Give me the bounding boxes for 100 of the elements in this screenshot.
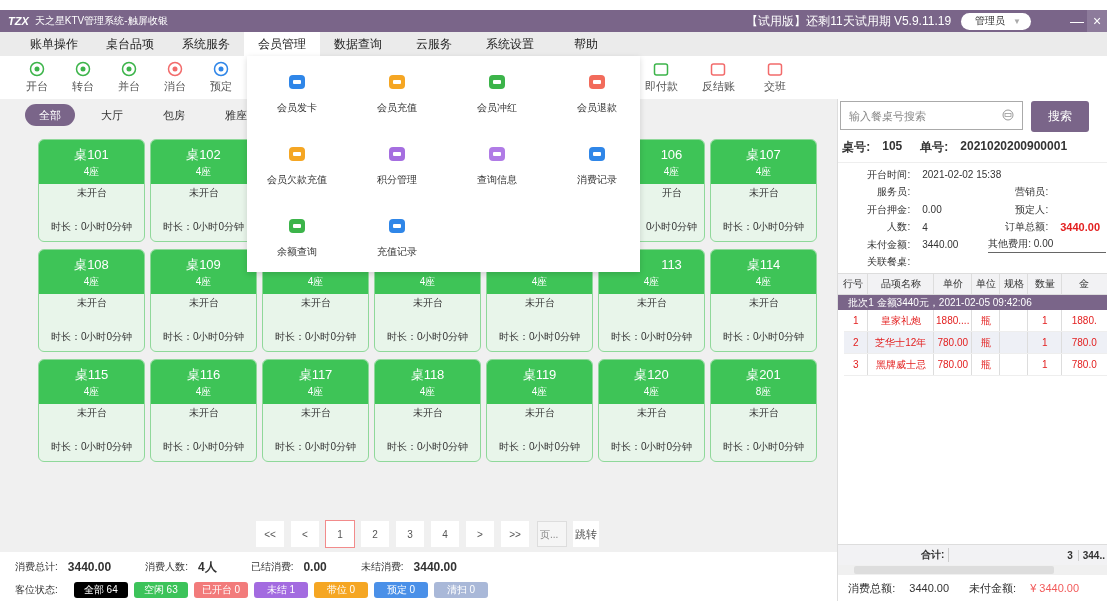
summary-value: 4人 — [197, 558, 217, 576]
page-button[interactable]: > — [465, 520, 495, 548]
table-cell: 1 — [1028, 310, 1063, 331]
table-cell: 瓶 — [972, 332, 1001, 353]
table-no: 105 — [882, 139, 903, 155]
table-card[interactable]: 桌109 4座 未开台 时长：0小时0分钟 — [150, 249, 257, 352]
table-duration: 时长：0小时0分钟 — [609, 330, 694, 344]
table-name: 桌109 — [186, 256, 221, 274]
other-fee-dropdown[interactable]: 其他费用: 0.00 — [988, 236, 1107, 253]
table-cell-text: 1880. — [1070, 314, 1098, 328]
menu-option[interactable]: 查询信息 — [447, 130, 547, 202]
window-title: 天之星KTV管理系统-触屏收银 — [34, 14, 168, 28]
table-duration: 时长：0小时0分钟 — [721, 440, 806, 454]
menu-item[interactable]: 会员管理 — [244, 32, 320, 56]
table-status: 未开台 — [187, 186, 220, 200]
summary-label: 已结消费: — [250, 560, 294, 574]
summary-label: 消费人数: — [145, 560, 188, 574]
info-label: 营销员: — [1014, 185, 1049, 200]
table-name: 桌119 — [522, 366, 557, 384]
menu-option[interactable]: 会员充值 — [347, 58, 447, 130]
page-button[interactable]: 3 — [395, 520, 425, 548]
seat-count: 8座 — [755, 385, 772, 399]
order-no-label: 单号: — [920, 139, 949, 156]
toolbar-button[interactable]: 开台 — [18, 61, 56, 94]
summary-value: 3440.00 — [67, 560, 112, 574]
table-name: 桌108 — [74, 256, 109, 274]
summary-label: 未结消费: — [360, 560, 404, 574]
page-button[interactable]: 4 — [430, 520, 460, 548]
table-card[interactable]: 桌107 4座 未开台 时长：0小时0分钟 — [710, 139, 817, 242]
table-status: 未开台 — [75, 186, 108, 200]
table-card[interactable]: 桌117 4座 未开台 时长：0小时0分钟 — [262, 359, 369, 462]
batch-row: 批次1 金额3440元，2021-02-05 09:42:06 — [838, 295, 1107, 310]
column-header: 单价 — [934, 274, 973, 294]
page-button[interactable]: < — [290, 520, 320, 548]
table-card[interactable]: 桌115 4座 未开台 时长：0小时0分钟 — [38, 359, 145, 462]
table-card[interactable]: 桌101 4座 未开台 时长：0小时0分钟 — [38, 139, 145, 242]
toolbar-button[interactable]: 转台 — [64, 61, 102, 94]
table-card[interactable]: 桌120 4座 未开台 时长：0小时0分钟 — [598, 359, 705, 462]
seat-count: 4座 — [643, 385, 660, 399]
horizontal-scrollbar[interactable] — [838, 565, 1107, 575]
area-tab[interactable]: 包房 — [149, 104, 199, 126]
info-value: 3440.00 — [922, 239, 960, 251]
page-button[interactable]: 2 — [360, 520, 390, 548]
seat-count: 4座 — [195, 165, 212, 179]
table-status: 未开台 — [299, 296, 332, 310]
toolbar-button[interactable]: 预定 — [202, 61, 240, 94]
page-button[interactable]: 1 — [325, 520, 355, 548]
search-field[interactable]: 输入餐桌号搜索 — [840, 101, 1024, 130]
seat-count: 4座 — [307, 385, 324, 399]
minimize-button[interactable]: — — [1067, 10, 1087, 32]
table-duration: 时长：0小时0分钟 — [273, 440, 358, 454]
table-name: 桌102 — [186, 146, 221, 164]
toolbar-button[interactable]: 交班 — [756, 61, 794, 94]
trial-notice: 【试用版】还剩11天试用期 V5.9.11.19 — [746, 12, 952, 30]
table-duration: 时长：0小时0分钟 — [161, 440, 246, 454]
table-cell: 3 — [844, 354, 869, 375]
page-button[interactable]: >> — [500, 520, 530, 548]
close-button[interactable]: × — [1087, 10, 1107, 32]
status-filter[interactable]: 全部 64 — [73, 582, 128, 598]
toolbar-button[interactable]: 并台 — [110, 61, 148, 94]
table-cell: 芝华士12年 — [868, 332, 935, 353]
area-tab[interactable]: 大厅 — [87, 104, 137, 126]
menu-option[interactable]: 积分管理 — [347, 130, 447, 202]
area-tab[interactable]: 全部 — [25, 104, 75, 126]
order-total: 3440.00 — [1060, 221, 1100, 234]
info-label: 关联餐桌: — [866, 255, 911, 270]
footer-value: ¥ 3440.00 — [1030, 582, 1080, 594]
table-duration: 时长：0小时0分钟 — [385, 440, 470, 454]
table-card[interactable]: 桌114 4座 未开台 时长：0小时0分钟 — [710, 249, 817, 352]
status-filter[interactable]: 未结 1 — [253, 582, 308, 598]
order-no: 2021020200900001 — [960, 139, 1068, 155]
seat-count: 4座 — [195, 275, 212, 289]
user-dropdown[interactable]: 管理员 ▼ — [961, 12, 1031, 30]
seat-count: 4座 — [663, 165, 680, 179]
jump-button[interactable]: 跳转 — [572, 520, 600, 548]
table-name: 桌114 — [746, 256, 781, 274]
table-card[interactable]: 桌119 4座 未开台 时长：0小时0分钟 — [486, 359, 593, 462]
table-duration: 0小时0分钟 — [644, 220, 699, 234]
column-header: 数量 — [1028, 274, 1063, 294]
table-cell-text: 780.0 — [1070, 358, 1098, 372]
toolbar-button[interactable]: 消台 — [156, 61, 194, 94]
menu-option[interactable]: 会员冲红 — [447, 58, 547, 130]
table-card[interactable]: 桌201 8座 未开台 时长：0小时0分钟 — [710, 359, 817, 462]
toolbar-button[interactable]: 反结账 — [699, 61, 737, 94]
table-card[interactable]: 113 4座 未开台 时长：0小时0分钟 — [598, 249, 705, 352]
info-value: 2021-02-02 15:38 — [922, 169, 1002, 181]
table-cell-text: 780.0 — [1070, 336, 1098, 350]
table-duration: 时长：0小时0分钟 — [497, 330, 582, 344]
table-card[interactable]: 桌118 4座 未开台 时长：0小时0分钟 — [374, 359, 481, 462]
info-label: 开台押金: — [866, 202, 911, 217]
table-card[interactable]: 桌116 4座 未开台 时长：0小时0分钟 — [150, 359, 257, 462]
column-header: 品项名称 — [868, 274, 935, 294]
search-button[interactable]: 搜索 — [1031, 101, 1090, 132]
table-duration: 时长：0小时0分钟 — [49, 220, 134, 234]
table-card[interactable]: 桌108 4座 未开台 时长：0小时0分钟 — [38, 249, 145, 352]
page-button[interactable]: << — [255, 520, 285, 548]
page-input[interactable]: 页... — [537, 521, 567, 547]
table-duration: 时长：0小时0分钟 — [161, 220, 246, 234]
seat-count: 4座 — [83, 385, 100, 399]
table-cell: 瓶 — [972, 354, 1001, 375]
